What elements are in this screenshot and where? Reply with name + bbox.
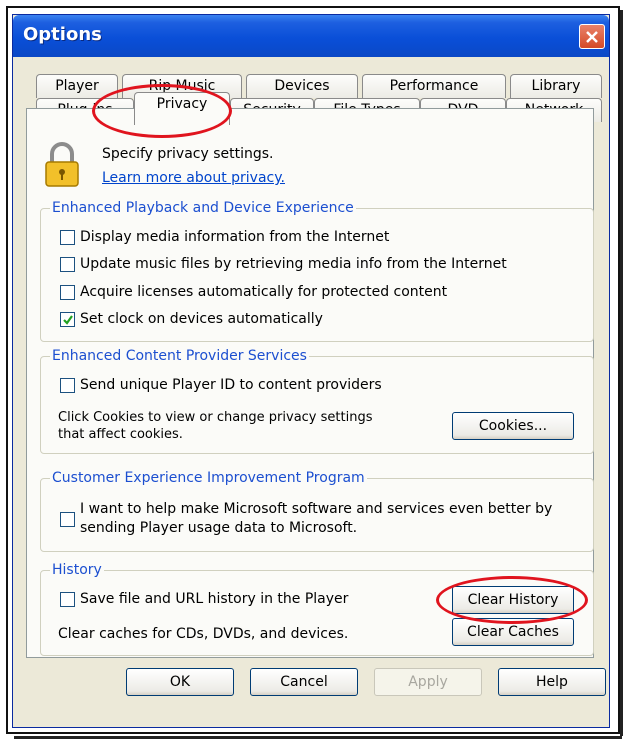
acquire-licenses-label: Acquire licenses automatically for prote… <box>80 284 448 300</box>
send-player-id-checkbox[interactable] <box>60 378 75 393</box>
acquire-licenses-checkbox[interactable] <box>60 285 75 300</box>
specify-text: Specify privacy settings. <box>102 146 274 162</box>
cookies-description-line2: that affect cookies. <box>58 427 183 442</box>
window-title: Options <box>23 24 102 45</box>
set-clock-label: Set clock on devices automatically <box>80 311 323 327</box>
cancel-button[interactable]: Cancel <box>250 668 358 696</box>
highlight-ring-clear-history <box>436 576 588 624</box>
frame-shadow-bottom <box>14 736 622 739</box>
update-music-files-checkbox[interactable] <box>60 257 75 272</box>
send-player-id-label: Send unique Player ID to content provide… <box>80 377 382 393</box>
close-button[interactable] <box>579 24 605 49</box>
ok-button[interactable]: OK <box>126 668 234 696</box>
display-media-info-label: Display media information from the Inter… <box>80 229 390 245</box>
display-media-info-checkbox[interactable] <box>60 230 75 245</box>
clear-caches-description: Clear caches for CDs, DVDs, and devices. <box>58 626 349 642</box>
checkmark-icon <box>63 315 73 325</box>
title-bar[interactable]: Options <box>13 15 609 57</box>
learn-more-link[interactable]: Learn more about privacy. <box>102 170 285 186</box>
ceip-checkbox[interactable] <box>60 512 75 527</box>
history-legend: History <box>50 562 104 578</box>
tab-library[interactable]: Library <box>510 74 602 98</box>
save-history-label: Save file and URL history in the Player <box>80 591 349 607</box>
tab-devices[interactable]: Devices <box>246 74 358 98</box>
set-clock-checkbox[interactable] <box>60 312 75 327</box>
apply-button[interactable]: Apply <box>374 668 482 696</box>
ceip-label-line1: I want to help make Microsoft software a… <box>80 501 553 517</box>
highlight-ring-privacy-tab <box>92 84 232 138</box>
save-history-checkbox[interactable] <box>60 592 75 607</box>
update-music-files-label: Update music files by retrieving media i… <box>80 256 507 272</box>
ceip-legend: Customer Experience Improvement Program <box>50 470 367 486</box>
ceip-label-line2: sending Player usage data to Microsoft. <box>80 520 358 536</box>
close-icon <box>586 31 598 43</box>
tab-performance[interactable]: Performance <box>362 74 506 98</box>
content-legend: Enhanced Content Provider Services <box>50 348 309 364</box>
help-button[interactable]: Help <box>498 668 606 696</box>
lock-icon <box>45 142 79 187</box>
frame-shadow-right <box>620 10 623 736</box>
playback-legend: Enhanced Playback and Device Experience <box>50 200 356 216</box>
cookies-description-line1: Click Cookies to view or change privacy … <box>58 410 373 425</box>
cookies-button[interactable]: Cookies... <box>452 412 574 440</box>
